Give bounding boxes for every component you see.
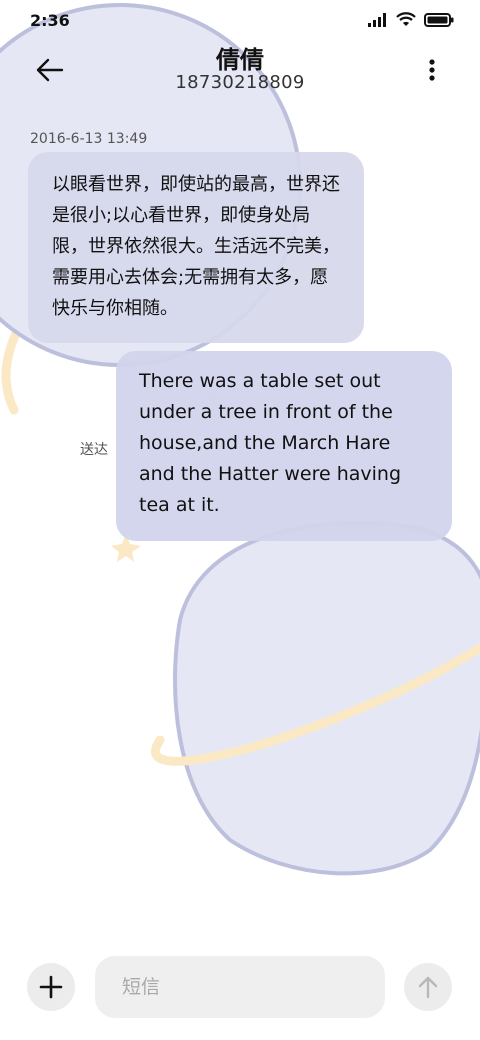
- conversation-header: 倩倩 18730218809: [0, 40, 480, 100]
- add-attachment-button[interactable]: [27, 963, 75, 1011]
- outgoing-message-bubble[interactable]: There was a table set out under a tree i…: [116, 351, 452, 541]
- compose-bar: 短信: [0, 950, 480, 1026]
- message-timestamp: 2016-6-13 13:49: [30, 131, 148, 147]
- status-icons: [368, 12, 454, 27]
- wifi-icon: [396, 12, 416, 26]
- status-bar: 2:36: [0, 0, 480, 40]
- contact-phone-number: 18730218809: [175, 72, 305, 93]
- status-time: 2:36: [30, 11, 70, 30]
- incoming-message-bubble[interactable]: 以眼看世界，即使站的最高，世界还是很小;以心看世界，即使身处局限，世界依然很大。…: [28, 152, 364, 343]
- contact-name: 倩倩: [216, 46, 264, 74]
- delivery-status: 送达: [80, 442, 108, 458]
- send-button[interactable]: [404, 963, 452, 1011]
- more-options-icon[interactable]: [422, 56, 442, 84]
- message-input[interactable]: 短信: [95, 956, 385, 1018]
- battery-icon: [424, 12, 454, 27]
- arrow-up-icon: [418, 976, 438, 999]
- signal-icon: [368, 12, 386, 27]
- plus-icon: [39, 975, 63, 999]
